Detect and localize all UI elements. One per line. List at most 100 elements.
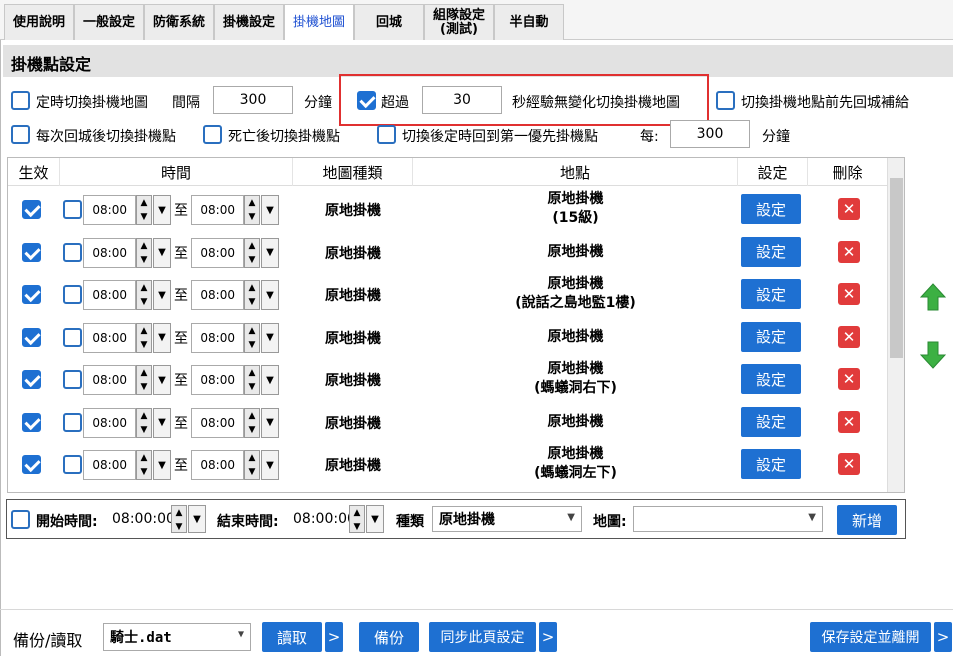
row-settings-button[interactable]: 設定: [741, 406, 801, 437]
row-end-spinner[interactable]: ▲ ▼: [244, 365, 260, 395]
row-timed-checkbox[interactable]: [63, 327, 82, 347]
row-enabled-checkbox[interactable]: [22, 242, 41, 262]
row-start-spinner[interactable]: ▲ ▼: [136, 280, 152, 310]
move-up-icon[interactable]: [920, 283, 946, 311]
row-start-spinner[interactable]: ▲ ▼: [136, 237, 152, 268]
row-timed-checkbox[interactable]: [63, 285, 82, 304]
grid-scrollbar[interactable]: [887, 158, 904, 492]
row-enabled-checkbox[interactable]: [22, 200, 41, 219]
row-settings-button[interactable]: 設定: [741, 321, 801, 352]
delete-icon[interactable]: ✕: [838, 325, 860, 348]
tab-afk-map[interactable]: 掛機地圖: [284, 4, 354, 40]
row-end-time[interactable]: 08:00: [191, 195, 244, 225]
move-down-icon[interactable]: [920, 341, 946, 369]
row-settings-button[interactable]: 設定: [741, 279, 801, 309]
row-end-time[interactable]: 08:00: [191, 365, 244, 395]
row-end-spinner[interactable]: ▲ ▼: [244, 195, 260, 225]
add-button[interactable]: 新增: [837, 505, 897, 535]
row-start-spinner[interactable]: ▲ ▼: [136, 322, 152, 353]
row-end-time[interactable]: 08:00: [191, 237, 244, 268]
row-start-time[interactable]: 08:00: [83, 237, 136, 268]
sync-page-button[interactable]: 同步此頁設定: [429, 622, 536, 652]
map-select[interactable]: ▼: [633, 506, 823, 532]
row-start-dropdown[interactable]: ▼: [153, 365, 171, 395]
row-start-spinner[interactable]: ▲ ▼: [136, 407, 152, 438]
row-enabled-checkbox[interactable]: [22, 455, 41, 474]
end-time-spinner[interactable]: ▲ ▼: [349, 505, 365, 533]
sync-more-button[interactable]: >: [539, 622, 557, 652]
row-start-dropdown[interactable]: ▼: [153, 280, 171, 310]
row-start-time[interactable]: 08:00: [83, 322, 136, 353]
add-timed-checkbox[interactable]: [11, 510, 30, 529]
exceed-seconds-input[interactable]: 30: [422, 86, 502, 114]
row-end-dropdown[interactable]: ▼: [261, 450, 279, 480]
row-start-time[interactable]: 08:00: [83, 280, 136, 310]
row-start-time[interactable]: 08:00: [83, 450, 136, 480]
row-timed-checkbox[interactable]: [63, 455, 82, 474]
type-select[interactable]: 原地掛機 ▼: [432, 506, 582, 532]
backup-button[interactable]: 備份: [359, 622, 419, 652]
tab-afk-settings[interactable]: 掛機設定: [214, 4, 284, 40]
tab-instructions[interactable]: 使用說明: [4, 4, 74, 40]
row-timed-checkbox[interactable]: [63, 370, 82, 389]
row-end-time[interactable]: 08:00: [191, 322, 244, 353]
start-time-value[interactable]: 08:00:00: [112, 511, 175, 527]
start-time-dropdown[interactable]: ▼: [188, 505, 206, 533]
row-settings-button[interactable]: 設定: [741, 449, 801, 479]
back-to-first-checkbox[interactable]: [377, 125, 396, 144]
tab-defense[interactable]: 防衛系統: [144, 4, 214, 40]
row-end-dropdown[interactable]: ▼: [261, 365, 279, 395]
row-timed-checkbox[interactable]: [63, 242, 82, 262]
row-end-time[interactable]: 08:00: [191, 407, 244, 438]
delete-icon[interactable]: ✕: [838, 368, 860, 390]
row-start-dropdown[interactable]: ▼: [153, 322, 171, 353]
row-end-dropdown[interactable]: ▼: [261, 195, 279, 225]
tab-return-town[interactable]: 回城: [354, 4, 424, 40]
row-enabled-checkbox[interactable]: [22, 412, 41, 432]
row-settings-button[interactable]: 設定: [741, 236, 801, 267]
row-end-spinner[interactable]: ▲ ▼: [244, 322, 260, 353]
row-end-dropdown[interactable]: ▼: [261, 237, 279, 268]
row-end-dropdown[interactable]: ▼: [261, 407, 279, 438]
row-end-dropdown[interactable]: ▼: [261, 280, 279, 310]
end-time-dropdown[interactable]: ▼: [366, 505, 384, 533]
row-end-spinner[interactable]: ▲ ▼: [244, 280, 260, 310]
row-start-time[interactable]: 08:00: [83, 365, 136, 395]
row-timed-checkbox[interactable]: [63, 200, 82, 219]
row-start-dropdown[interactable]: ▼: [153, 407, 171, 438]
read-button[interactable]: 讀取: [262, 622, 322, 652]
tab-general[interactable]: 一般設定: [74, 4, 144, 40]
delete-icon[interactable]: ✕: [838, 240, 860, 263]
row-start-spinner[interactable]: ▲ ▼: [136, 365, 152, 395]
delete-icon[interactable]: ✕: [838, 283, 860, 305]
start-time-spinner[interactable]: ▲ ▼: [171, 505, 187, 533]
row-start-spinner[interactable]: ▲ ▼: [136, 450, 152, 480]
timed-switch-checkbox[interactable]: [11, 91, 30, 110]
save-and-exit-button[interactable]: 保存設定並離開: [810, 622, 931, 652]
row-start-dropdown[interactable]: ▼: [153, 237, 171, 268]
row-start-spinner[interactable]: ▲ ▼: [136, 195, 152, 225]
save-more-button[interactable]: >: [934, 622, 952, 652]
row-settings-button[interactable]: 設定: [741, 364, 801, 394]
tab-semi-auto[interactable]: 半自動: [494, 4, 564, 40]
row-end-spinner[interactable]: ▲ ▼: [244, 450, 260, 480]
row-start-time[interactable]: 08:00: [83, 195, 136, 225]
end-time-value[interactable]: 08:00:00: [293, 511, 356, 527]
row-end-time[interactable]: 08:00: [191, 280, 244, 310]
interval-input[interactable]: 300: [213, 86, 293, 114]
row-end-spinner[interactable]: ▲ ▼: [244, 237, 260, 268]
row-end-dropdown[interactable]: ▼: [261, 322, 279, 353]
profile-file-select[interactable]: 騎士.dat ▼: [103, 623, 251, 651]
switch-after-return-checkbox[interactable]: [11, 125, 30, 144]
row-enabled-checkbox[interactable]: [22, 285, 41, 304]
row-enabled-checkbox[interactable]: [22, 327, 41, 347]
row-start-dropdown[interactable]: ▼: [153, 195, 171, 225]
row-start-dropdown[interactable]: ▼: [153, 450, 171, 480]
return-supply-checkbox[interactable]: [716, 91, 735, 110]
tab-party[interactable]: 組隊設定 (測試): [424, 4, 494, 40]
delete-icon[interactable]: ✕: [838, 410, 860, 433]
read-more-button[interactable]: >: [325, 622, 343, 652]
row-end-time[interactable]: 08:00: [191, 450, 244, 480]
delete-icon[interactable]: ✕: [838, 198, 860, 220]
row-end-spinner[interactable]: ▲ ▼: [244, 407, 260, 438]
